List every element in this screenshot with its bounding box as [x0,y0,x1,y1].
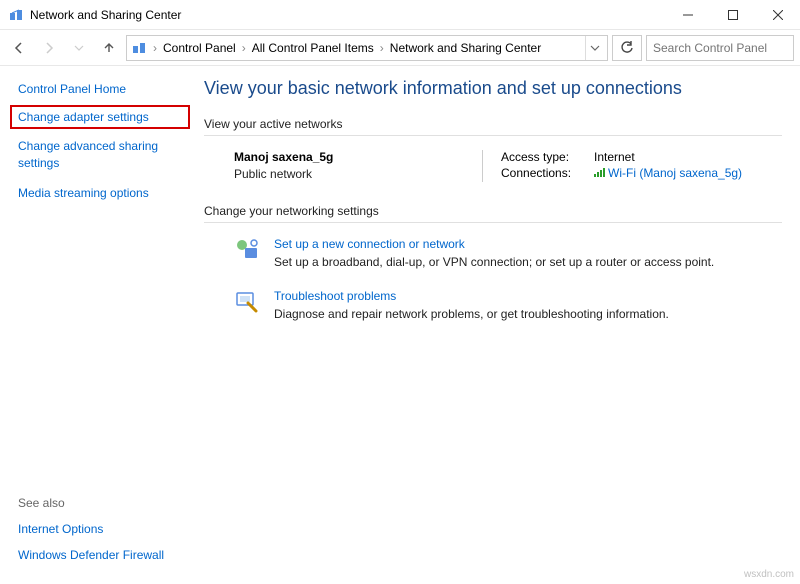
maximize-button[interactable] [710,0,755,30]
chevron-right-icon[interactable]: › [240,41,248,55]
see-also-label: See also [18,496,182,510]
search-input[interactable] [653,41,800,55]
change-settings-label: Change your networking settings [204,204,782,218]
chevron-right-icon[interactable]: › [151,41,159,55]
recent-dropdown[interactable] [66,35,92,61]
breadcrumb-dropdown[interactable] [585,36,603,60]
troubleshoot-item: Troubleshoot problems Diagnose and repai… [234,289,782,321]
breadcrumb-item[interactable]: All Control Panel Items [250,41,376,55]
change-adapter-settings-link[interactable]: Change adapter settings [10,105,190,129]
active-networks-label: View your active networks [204,117,782,131]
vertical-divider [482,150,483,182]
internet-options-link[interactable]: Internet Options [18,522,182,536]
refresh-button[interactable] [612,35,642,61]
watermark: wsxdn.com [744,569,794,580]
setup-connection-item: Set up a new connection or network Set u… [234,237,782,269]
minimize-button[interactable] [665,0,710,30]
divider [204,222,782,223]
address-bar: › Control Panel › All Control Panel Item… [0,30,800,66]
setup-connection-desc: Set up a broadband, dial-up, or VPN conn… [274,255,714,269]
troubleshoot-link[interactable]: Troubleshoot problems [274,289,669,303]
control-panel-icon [131,40,147,56]
wifi-signal-icon [594,168,605,177]
connections-label: Connections: [501,166,586,180]
breadcrumb-item[interactable]: Control Panel [161,41,238,55]
change-advanced-sharing-link[interactable]: Change advanced sharing settings [18,138,182,172]
chevron-right-icon[interactable]: › [378,41,386,55]
connection-link[interactable]: Wi-Fi (Manoj saxena_5g) [594,166,742,180]
setup-connection-link[interactable]: Set up a new connection or network [274,237,714,251]
active-network-row: Manoj saxena_5g Public network Access ty… [234,150,782,182]
access-type-value: Internet [594,150,635,164]
access-type-label: Access type: [501,150,586,164]
close-button[interactable] [755,0,800,30]
troubleshoot-desc: Diagnose and repair network problems, or… [274,307,669,321]
media-streaming-options-link[interactable]: Media streaming options [18,186,182,200]
breadcrumb[interactable]: › Control Panel › All Control Panel Item… [126,35,608,61]
window-title: Network and Sharing Center [30,8,665,22]
setup-connection-icon [234,237,260,263]
troubleshoot-icon [234,289,260,315]
page-title: View your basic network information and … [204,78,782,99]
breadcrumb-item[interactable]: Network and Sharing Center [388,41,543,55]
app-icon [8,7,24,23]
up-button[interactable] [96,35,122,61]
search-box[interactable] [646,35,794,61]
forward-button[interactable] [36,35,62,61]
content-area: View your basic network information and … [196,66,800,584]
sidebar: Control Panel Home Change adapter settin… [0,66,196,584]
network-name: Manoj saxena_5g [234,150,482,164]
title-bar: Network and Sharing Center [0,0,800,30]
control-panel-home-link[interactable]: Control Panel Home [18,82,182,96]
see-also-section: See also Internet Options Windows Defend… [18,496,182,574]
main-area: Control Panel Home Change adapter settin… [0,66,800,584]
back-button[interactable] [6,35,32,61]
windows-defender-firewall-link[interactable]: Windows Defender Firewall [18,548,182,562]
divider [204,135,782,136]
network-type: Public network [234,167,482,181]
